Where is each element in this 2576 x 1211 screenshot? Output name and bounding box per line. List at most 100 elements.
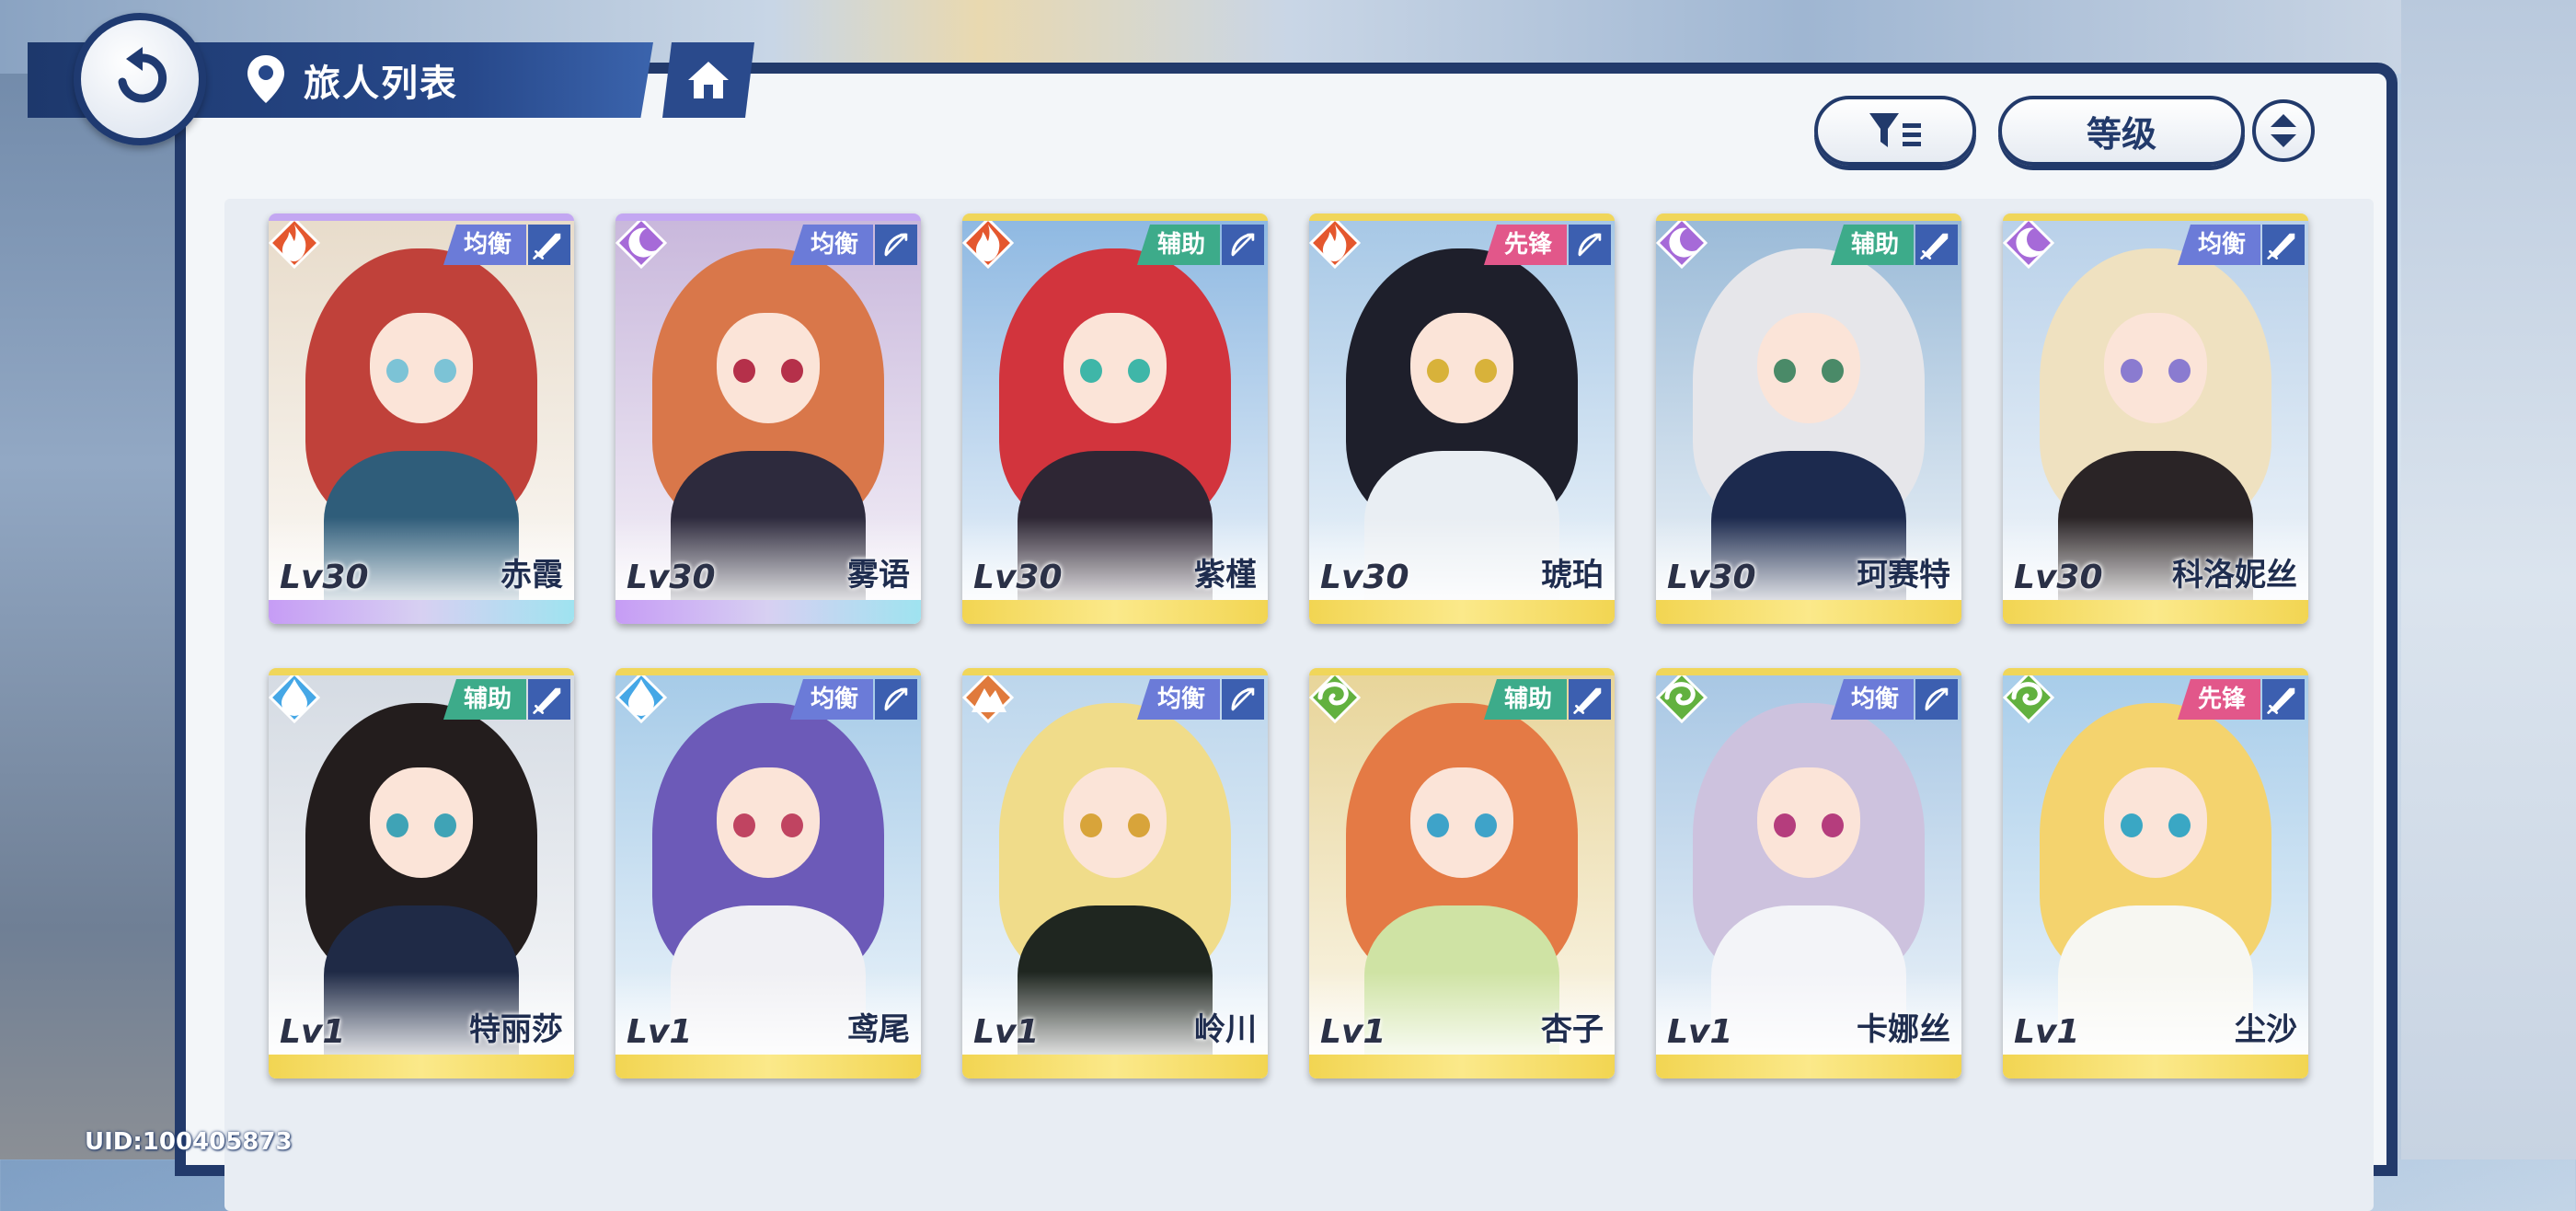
character-level: Lv1 — [1320, 1013, 1386, 1051]
back-button[interactable] — [74, 13, 206, 145]
role-badge: 均衡 — [2177, 225, 2260, 265]
character-level: Lv1 — [2014, 1013, 2080, 1051]
element-wind-icon — [1656, 675, 1708, 723]
character-name: 科洛妮丝 — [2172, 557, 2297, 594]
character-level: Lv1 — [1667, 1013, 1733, 1051]
character-level: Lv1 — [280, 1013, 346, 1051]
element-moon-icon — [1656, 221, 1708, 269]
character-name: 岭川 — [1194, 1011, 1257, 1048]
character-level: Lv1 — [973, 1013, 1040, 1051]
character-card[interactable]: 均衡 Lv30 雾语 — [615, 213, 921, 624]
weapon-sword-icon — [2262, 679, 2305, 720]
character-card[interactable]: 均衡 Lv30 科洛妮丝 — [2003, 213, 2308, 624]
sort-order-icon — [2271, 114, 2296, 147]
sort-label: 等级 — [2086, 113, 2156, 155]
element-water-icon — [615, 675, 667, 723]
character-level: Lv30 — [1320, 559, 1409, 596]
background-right — [2401, 0, 2576, 1159]
character-card[interactable]: 先锋 Lv30 琥珀 — [1309, 213, 1615, 624]
character-name: 卡娜丝 — [1857, 1011, 1950, 1048]
character-card[interactable]: 辅助 Lv30 珂赛特 — [1656, 213, 1961, 624]
character-name: 雾语 — [847, 557, 910, 594]
role-badge: 辅助 — [1136, 225, 1220, 265]
role-badge: 均衡 — [1830, 679, 1914, 720]
weapon-sword-icon — [528, 225, 570, 265]
rarity-strip — [269, 600, 574, 624]
weapon-bow-icon — [875, 225, 917, 265]
character-name: 鸢尾 — [847, 1011, 910, 1048]
rarity-strip — [1656, 600, 1961, 624]
location-pin-icon — [245, 53, 287, 109]
character-level: Lv30 — [627, 559, 716, 596]
role-badge: 均衡 — [443, 225, 526, 265]
weapon-sword-icon — [1915, 225, 1958, 265]
character-card[interactable]: 辅助 Lv30 紫槿 — [962, 213, 1268, 624]
weapon-sword-icon — [528, 679, 570, 720]
role-badge: 先锋 — [2177, 679, 2260, 720]
character-name: 尘沙 — [2235, 1011, 2297, 1048]
character-level: Lv30 — [2014, 559, 2103, 596]
weapon-bow-icon — [1222, 679, 1264, 720]
filter-button[interactable] — [1814, 96, 1976, 166]
element-earth-icon — [962, 675, 1014, 723]
element-fire-icon — [1309, 221, 1361, 269]
rarity-strip — [1656, 1055, 1961, 1078]
rarity-strip — [615, 1055, 921, 1078]
home-button[interactable] — [662, 42, 754, 118]
rarity-strip — [2003, 1055, 2308, 1078]
role-badge: 辅助 — [1483, 679, 1567, 720]
character-card[interactable]: 均衡 Lv1 岭川 — [962, 668, 1268, 1078]
character-level: Lv1 — [627, 1013, 693, 1051]
role-badge: 均衡 — [789, 679, 873, 720]
rarity-strip — [962, 1055, 1268, 1078]
character-card[interactable]: 辅助 Lv1 特丽莎 — [269, 668, 574, 1078]
weapon-bow-icon — [1569, 225, 1611, 265]
character-level: Lv30 — [280, 559, 369, 596]
character-name: 紫槿 — [1194, 557, 1257, 594]
element-moon-icon — [615, 221, 667, 269]
rarity-strip — [615, 600, 921, 624]
sort-by-dropdown[interactable]: 等级 — [1998, 96, 2245, 166]
element-moon-icon — [2003, 221, 2054, 269]
character-level: Lv30 — [1667, 559, 1756, 596]
home-icon — [688, 62, 729, 98]
character-level: Lv30 — [973, 559, 1063, 596]
character-name: 琥珀 — [1541, 557, 1604, 594]
rarity-strip — [962, 600, 1268, 624]
back-arrow-icon — [118, 47, 167, 103]
role-badge: 均衡 — [789, 225, 873, 265]
character-card[interactable]: 先锋 Lv1 尘沙 — [2003, 668, 2308, 1078]
rarity-strip — [1309, 600, 1615, 624]
element-fire-icon — [269, 221, 320, 269]
role-badge: 辅助 — [443, 679, 526, 720]
background-left — [0, 0, 184, 1159]
element-wind-icon — [2003, 675, 2054, 723]
role-badge: 辅助 — [1830, 225, 1914, 265]
character-name: 特丽莎 — [469, 1011, 563, 1048]
character-card[interactable]: 均衡 Lv30 赤霞 — [269, 213, 574, 624]
role-badge: 均衡 — [1136, 679, 1220, 720]
sort-order-toggle[interactable] — [2252, 99, 2315, 162]
page-title: 旅人列表 — [304, 63, 458, 105]
filter-icon — [1869, 113, 1921, 147]
role-badge: 先锋 — [1483, 225, 1567, 265]
element-water-icon — [269, 675, 320, 723]
character-card[interactable]: 辅助 Lv1 杏子 — [1309, 668, 1615, 1078]
rarity-strip — [269, 1055, 574, 1078]
character-card[interactable]: 均衡 Lv1 鸢尾 — [615, 668, 921, 1078]
character-name: 赤霞 — [500, 557, 563, 594]
weapon-bow-icon — [1222, 225, 1264, 265]
weapon-sword-icon — [1569, 679, 1611, 720]
weapon-sword-icon — [2262, 225, 2305, 265]
weapon-bow-icon — [1915, 679, 1958, 720]
rarity-strip — [2003, 600, 2308, 624]
character-card[interactable]: 均衡 Lv1 卡娜丝 — [1656, 668, 1961, 1078]
element-wind-icon — [1309, 675, 1361, 723]
uid-label: UID:100405873 — [85, 1128, 293, 1156]
character-name: 杏子 — [1541, 1011, 1604, 1048]
rarity-strip — [1309, 1055, 1615, 1078]
element-fire-icon — [962, 221, 1014, 269]
character-name: 珂赛特 — [1857, 557, 1950, 594]
weapon-bow-icon — [875, 679, 917, 720]
character-grid: 均衡 Lv30 赤霞 均衡 Lv30 雾语 辅助 Lv30 紫槿 先锋 Lv30… — [269, 213, 2311, 1078]
